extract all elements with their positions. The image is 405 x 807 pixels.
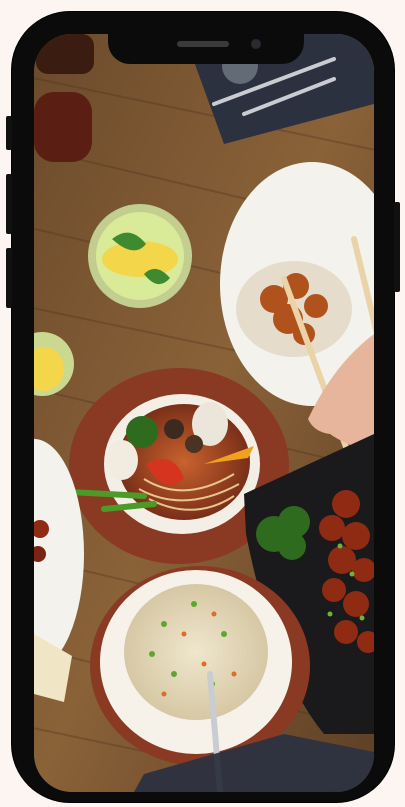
- silent-switch: [6, 116, 12, 150]
- broccoli-soup: [126, 416, 158, 448]
- egg: [106, 440, 138, 480]
- front-camera: [251, 39, 261, 49]
- volume-down-button: [6, 248, 12, 308]
- food-photo: [34, 34, 374, 792]
- phone-screen: [34, 34, 374, 792]
- phone-frame: [6, 12, 400, 802]
- sauce-bottle: [34, 92, 92, 162]
- bottle: [36, 34, 94, 74]
- power-button: [394, 202, 400, 292]
- volume-up-button: [6, 174, 12, 234]
- speaker-grille: [177, 41, 229, 47]
- notch: [108, 34, 304, 64]
